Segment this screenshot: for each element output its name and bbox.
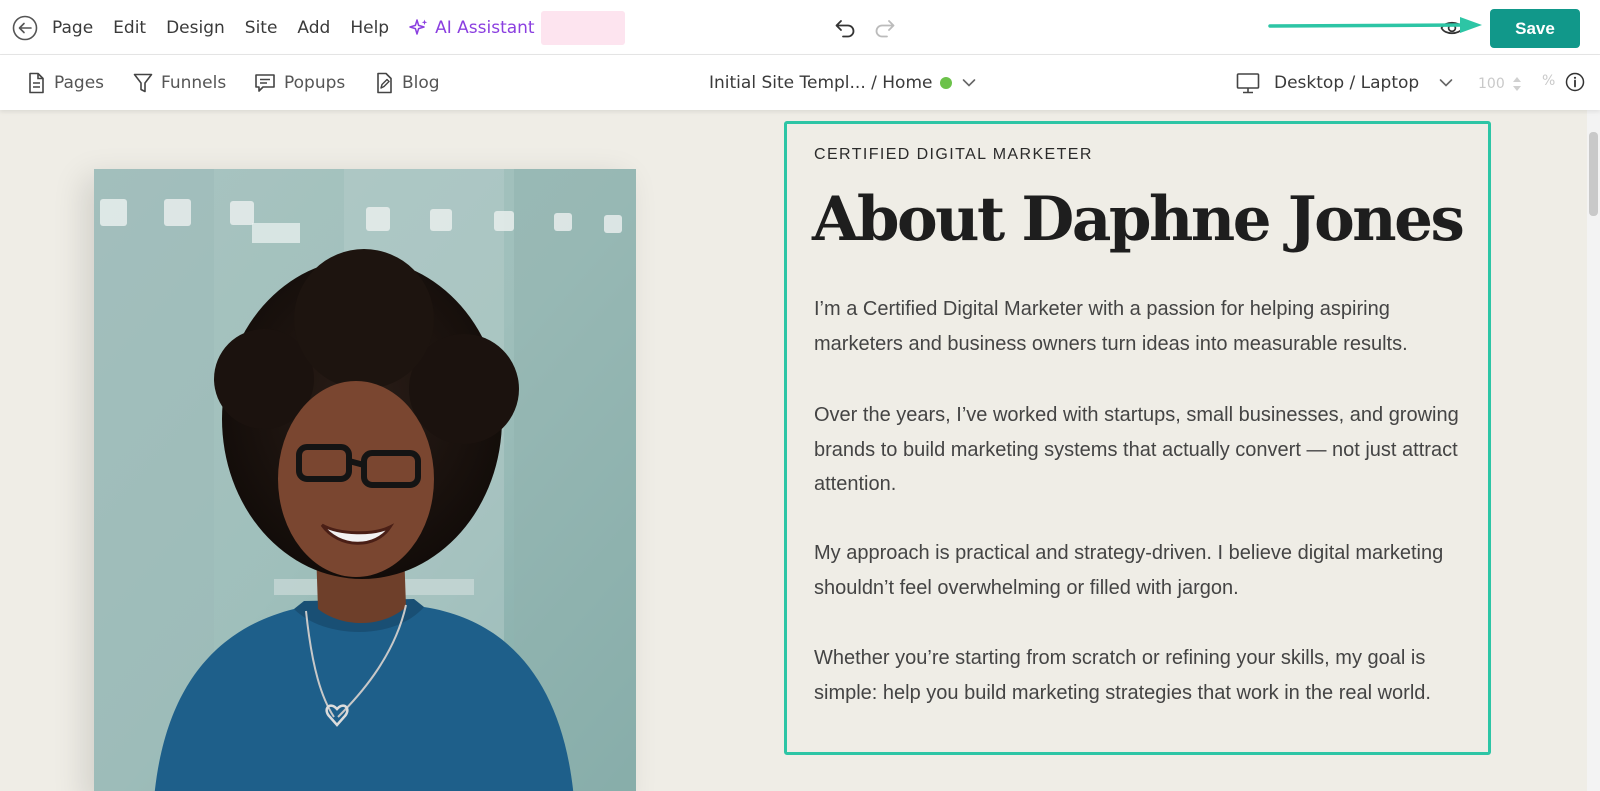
device-label: Desktop / Laptop [1274,72,1420,93]
zoom-value: 100 [1478,76,1505,92]
site-page-label: Initial Site Templ... / Home [709,72,933,93]
canvas-scrollbar[interactable] [1587,110,1600,791]
published-status-dot [940,76,953,89]
funnels-button[interactable]: Funnels [133,55,226,110]
paragraph-4: Whether you’re starting from scratch or … [814,647,1431,704]
blog-icon [377,72,392,93]
pages-label: Pages [54,72,105,93]
ai-assistant-label: AI Assistant [435,17,535,38]
editor-toolbar: Pages Funnels Popups Blog Initial Site T… [0,55,1600,110]
sparkle-icon [409,18,428,35]
scrollbar-thumb[interactable] [1589,132,1598,216]
chevron-down-icon [963,78,976,87]
annotation-arrow-icon [1268,17,1482,33]
funnel-icon [133,73,153,92]
menu-add[interactable]: Add [297,18,330,38]
menu-edit[interactable]: Edit [113,18,146,38]
paragraph-3: My approach is practical and strategy-dr… [814,542,1444,599]
popups-button[interactable]: Popups [254,55,345,110]
zoom-input[interactable]: 100 [1478,72,1536,96]
blog-button[interactable]: Blog [374,55,440,110]
document-icon [29,72,44,93]
about-text-block[interactable]: CERTIFIED DIGITAL MARKETER About Daphne … [784,121,1491,755]
info-icon[interactable] [1565,72,1585,92]
paragraph-2: Over the years, I’ve worked with startup… [814,404,1459,495]
eyebrow-text: CERTIFIED DIGITAL MARKETER [814,146,1093,163]
chevron-down-icon [1439,78,1453,87]
redo-icon[interactable] [873,16,897,40]
pages-button[interactable]: Pages [26,55,104,110]
device-selector[interactable]: Desktop / Laptop [1236,55,1453,110]
undo-icon[interactable] [833,16,857,40]
site-page-selector[interactable]: Initial Site Templ... / Home [709,55,976,110]
funnels-label: Funnels [161,72,227,93]
profile-photo-image [94,169,636,791]
menu-design[interactable]: Design [166,18,225,38]
menu-site[interactable]: Site [245,18,278,38]
menu-help[interactable]: Help [350,18,389,38]
ai-assistant-button[interactable]: AI Assistant [409,18,535,38]
paragraph-1: I’m a Certified Digital Marketer with a … [814,298,1408,355]
profile-photo[interactable] [94,169,636,791]
main-menu: Page Edit Design Site Add Help AI Assist… [52,0,625,55]
menu-page[interactable]: Page [52,18,93,38]
stepper-arrows-icon[interactable] [1512,74,1522,94]
about-heading: About Daphne Jones [812,184,1465,255]
popup-icon [255,73,275,92]
popups-label: Popups [284,72,346,93]
monitor-icon [1236,72,1260,93]
blog-label: Blog [402,72,440,93]
zoom-unit: % [1542,73,1556,89]
editor-canvas: CERTIFIED DIGITAL MARKETER About Daphne … [0,110,1600,791]
top-menu-bar: Page Edit Design Site Add Help AI Assist… [0,0,1600,55]
redacted-badge [540,10,625,45]
save-button[interactable]: Save [1490,9,1580,48]
back-arrow-icon[interactable] [12,15,38,41]
